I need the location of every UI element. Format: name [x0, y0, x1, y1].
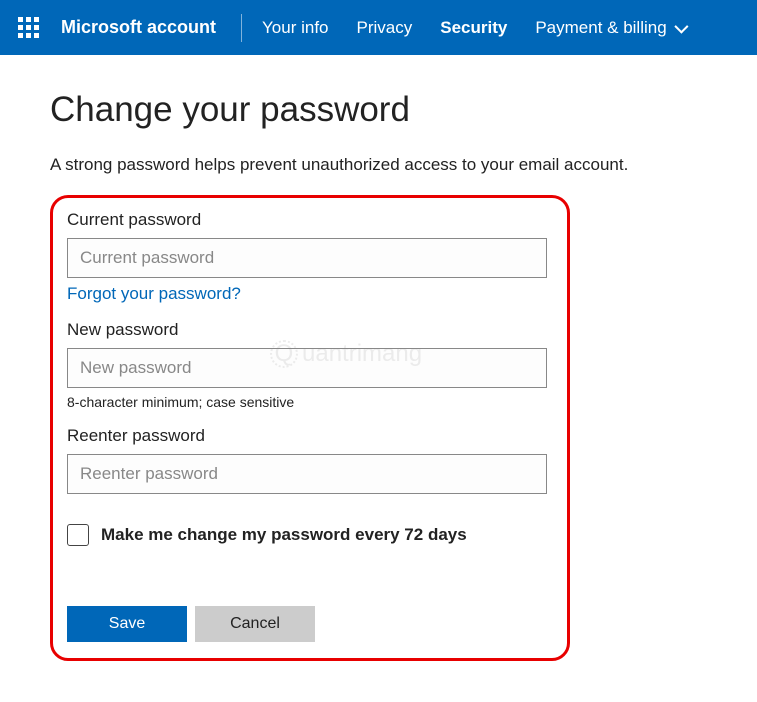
button-row: Save Cancel [67, 606, 553, 642]
force-change-checkbox[interactable] [67, 524, 89, 546]
forgot-password-link[interactable]: Forgot your password? [67, 284, 241, 304]
current-password-label: Current password [67, 210, 553, 230]
content-area: Change your password A strong password h… [0, 55, 757, 696]
page-title: Change your password [50, 90, 707, 130]
save-button[interactable]: Save [67, 606, 187, 642]
brand-title[interactable]: Microsoft account [61, 17, 216, 38]
nav-privacy[interactable]: Privacy [357, 18, 413, 38]
reenter-password-label: Reenter password [67, 426, 553, 446]
password-form-highlight: Current password Forgot your password? N… [50, 195, 570, 661]
app-launcher-icon[interactable] [18, 17, 39, 38]
reenter-password-group: Reenter password [67, 426, 553, 494]
nav-payment-billing-label: Payment & billing [535, 18, 666, 38]
force-change-row: Make me change my password every 72 days [67, 524, 553, 546]
header-nav: Your info Privacy Security Payment & bil… [262, 18, 685, 38]
password-hint: 8-character minimum; case sensitive [67, 394, 553, 410]
nav-your-info[interactable]: Your info [262, 18, 328, 38]
new-password-group: New password 8-character minimum; case s… [67, 320, 553, 410]
nav-security[interactable]: Security [440, 18, 507, 38]
new-password-input[interactable] [67, 348, 547, 388]
reenter-password-input[interactable] [67, 454, 547, 494]
new-password-label: New password [67, 320, 553, 340]
header-bar: Microsoft account Your info Privacy Secu… [0, 0, 757, 55]
nav-payment-billing[interactable]: Payment & billing [535, 18, 684, 38]
force-change-label: Make me change my password every 72 days [101, 525, 467, 545]
chevron-down-icon [674, 19, 688, 33]
cancel-button[interactable]: Cancel [195, 606, 315, 642]
page-subtitle: A strong password helps prevent unauthor… [50, 155, 707, 175]
current-password-group: Current password Forgot your password? [67, 210, 553, 304]
header-divider [241, 14, 242, 42]
current-password-input[interactable] [67, 238, 547, 278]
